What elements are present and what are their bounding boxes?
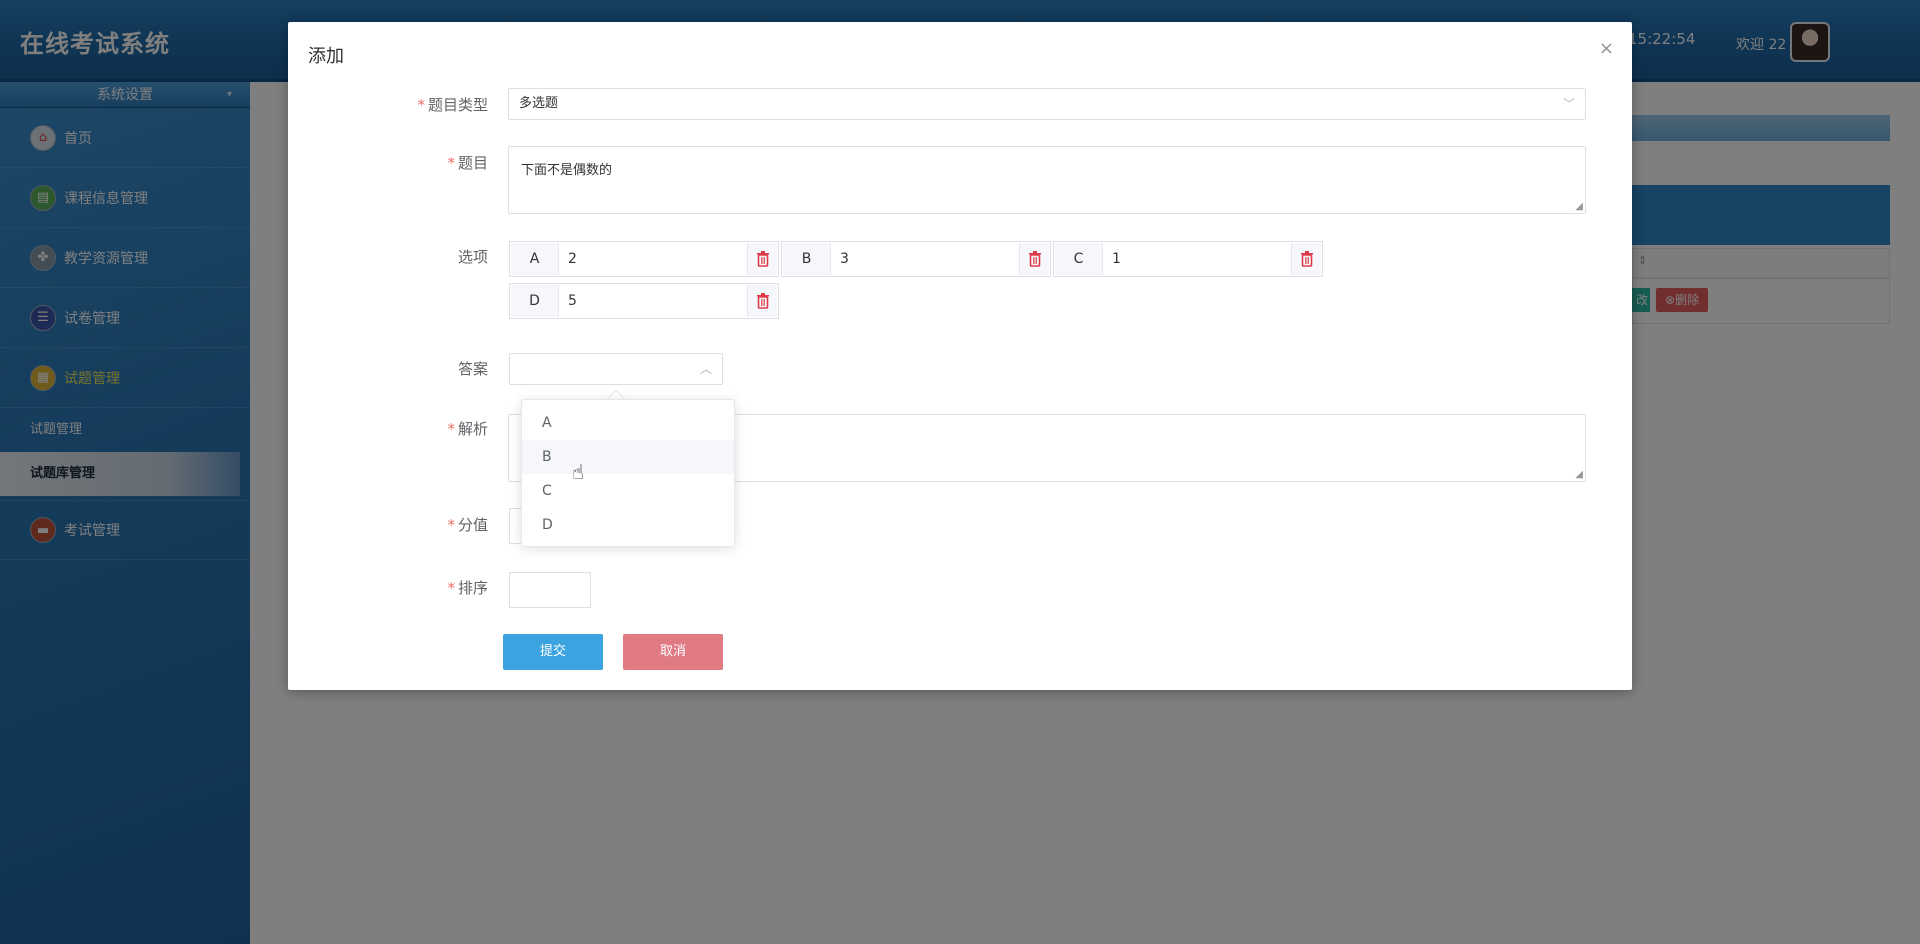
option-letter: A <box>511 243 559 275</box>
submit-button[interactable]: 提交 <box>503 634 603 670</box>
chevron-up-icon: ︿ <box>699 362 712 376</box>
option-letter: B <box>783 243 831 275</box>
trash-icon[interactable] <box>1291 243 1321 275</box>
question-textarea[interactable]: 下面不是偶数的 ◢ <box>508 146 1586 214</box>
answer-dropdown: A B C D <box>521 399 735 547</box>
trash-icon[interactable] <box>747 285 777 317</box>
cancel-button[interactable]: 取消 <box>623 634 723 670</box>
type-select-value: 多选题 <box>519 96 559 111</box>
dropdown-option-c[interactable]: C <box>522 474 734 508</box>
close-icon[interactable]: × <box>1599 38 1614 59</box>
dialog-title: 添加 <box>308 46 344 67</box>
dropdown-option-a[interactable]: A <box>522 406 734 440</box>
resize-handle-icon[interactable]: ◢ <box>1575 201 1583 212</box>
order-input[interactable] <box>509 572 591 608</box>
answer-label: 答案 <box>457 360 488 378</box>
trash-icon[interactable] <box>747 243 777 275</box>
dropdown-option-b[interactable]: B <box>522 440 734 474</box>
option-letter: D <box>511 285 559 317</box>
option-input[interactable]: 2 <box>568 242 577 276</box>
option-letter: C <box>1055 243 1103 275</box>
question-label: * 题目 <box>447 154 488 172</box>
option-input[interactable]: 5 <box>568 284 577 318</box>
chevron-down-icon: ﹀ <box>1562 97 1575 111</box>
score-label: * 分值 <box>447 516 488 534</box>
option-d: D 5 <box>509 283 779 319</box>
analysis-label: * 解析 <box>447 420 488 438</box>
option-input[interactable]: 3 <box>840 242 849 276</box>
option-input[interactable]: 1 <box>1112 242 1121 276</box>
order-label: * 排序 <box>447 579 488 597</box>
option-c: C 1 <box>1053 241 1323 277</box>
dropdown-option-d[interactable]: D <box>522 508 734 542</box>
options-label: 选项 <box>457 248 488 266</box>
hand-cursor-icon: ☝ <box>572 460 585 484</box>
answer-select[interactable]: ︿ <box>509 353 723 385</box>
option-a: A 2 <box>509 241 779 277</box>
resize-handle-icon[interactable]: ◢ <box>1575 469 1583 480</box>
type-select[interactable]: 多选题 ﹀ <box>508 88 1586 120</box>
option-b: B 3 <box>781 241 1051 277</box>
add-dialog: 添加 × * 题目类型 多选题 ﹀ * 题目 下面不是偶数的 ◢ 选项 A 2 B … <box>288 22 1632 690</box>
trash-icon[interactable] <box>1019 243 1049 275</box>
question-text: 下面不是偶数的 <box>521 163 613 178</box>
type-label: * 题目类型 <box>417 96 488 114</box>
